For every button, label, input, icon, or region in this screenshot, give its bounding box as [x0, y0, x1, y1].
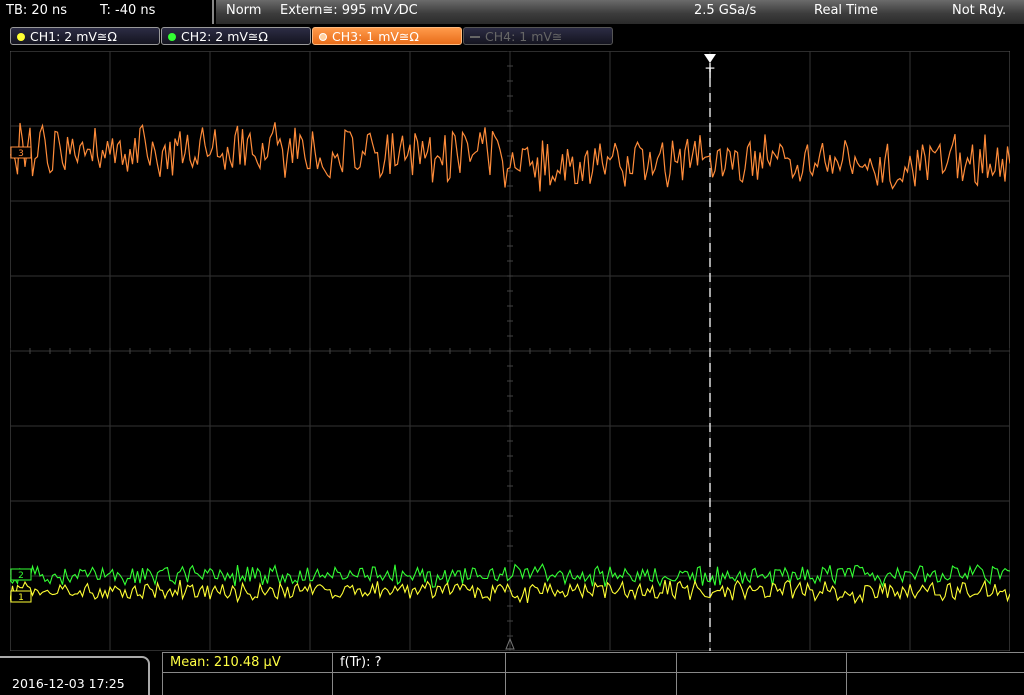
sample-rate-label: 2.5 GSa/s	[694, 3, 757, 18]
mean-measurement: Mean: 210.48 µV	[170, 655, 281, 670]
tab-ch2[interactable]: CH2: 2 mV≅Ω	[161, 27, 311, 45]
tab-ch4[interactable]: CH4: 1 mV≅	[463, 27, 613, 45]
acquisition-mode-label: Real Time	[814, 3, 878, 18]
ch1-dot-icon	[17, 33, 25, 41]
svg-text:1: 1	[18, 593, 24, 603]
tab-ch3[interactable]: CH3: 1 mV≅Ω	[312, 27, 462, 45]
channel-tabs: CH1: 2 mV≅Ω CH2: 2 mV≅Ω CH3: 1 mV≅Ω CH4:…	[0, 24, 1024, 50]
trigger-time-label: T: -40 ns	[100, 3, 156, 18]
ch3-label: CH3: 1 mV≅Ω	[332, 29, 419, 44]
trigger-mode-label: Norm	[226, 3, 262, 18]
acquisition-state-label: Not Rdy.	[952, 3, 1007, 18]
ch1-label: CH1: 2 mV≅Ω	[30, 29, 117, 44]
svg-text:3: 3	[18, 149, 24, 159]
measurement-bar[interactable]: Mean: 210.48 µV f(Tr): ?	[162, 652, 1024, 695]
ch2-dot-icon	[168, 33, 176, 41]
ch2-level-marker[interactable]: 2	[10, 568, 32, 581]
ch3-dot-icon	[319, 33, 327, 41]
datetime-panel: 2016-12-03 17:25	[0, 656, 150, 695]
trigger-source-label: Extern≅: 995 mV ⁄DC	[280, 3, 418, 18]
ch3-level-marker[interactable]: 3	[10, 146, 32, 159]
ch4-label: CH4: 1 mV≅	[485, 29, 563, 44]
waveform-display[interactable]: T 3 2 1	[10, 51, 1010, 651]
ch4-dash-icon	[470, 36, 480, 38]
ch2-label: CH2: 2 mV≅Ω	[181, 29, 268, 44]
trigger-marker: T	[705, 66, 715, 82]
timebase-label: TB: 20 ns	[6, 3, 68, 18]
timebase-panel[interactable]: TB: 20 ns T: -40 ns	[0, 0, 214, 24]
trigger-status-bar[interactable]: Norm Extern≅: 995 mV ⁄DC 2.5 GSa/s Real …	[216, 0, 1024, 24]
tab-ch1[interactable]: CH1: 2 mV≅Ω	[10, 27, 160, 45]
svg-text:2: 2	[18, 571, 24, 581]
frequency-measurement: f(Tr): ?	[340, 655, 382, 670]
datetime-label: 2016-12-03 17:25	[12, 676, 125, 691]
ch1-level-marker[interactable]: 1	[10, 590, 32, 603]
